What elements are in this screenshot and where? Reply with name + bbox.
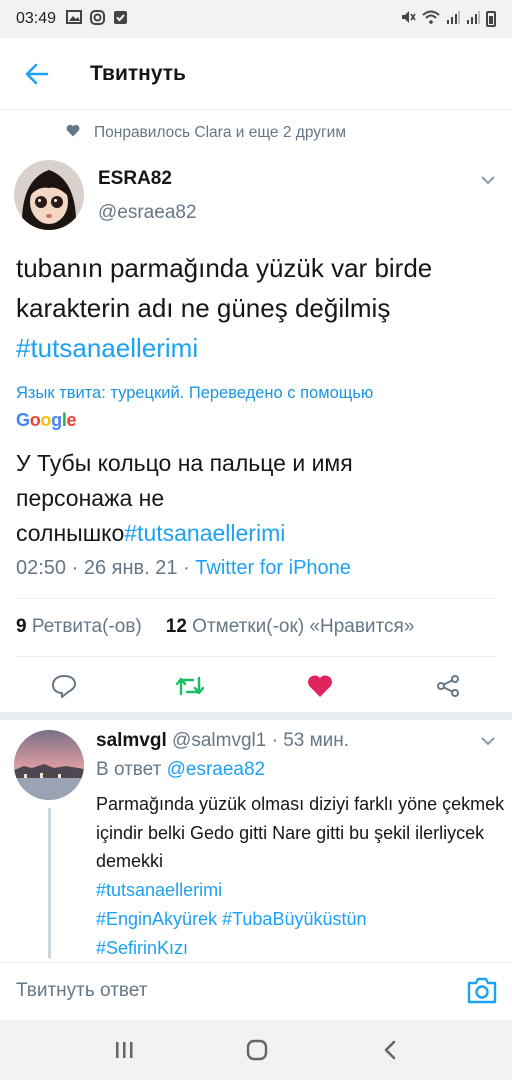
retweet-icon[interactable] [170, 666, 210, 706]
tweet-meta: 02:50 · 26 янв. 21 · Twitter for iPhone [16, 557, 351, 579]
likes-stat[interactable]: 12 Отметки(-ок) «Нравится» [166, 616, 415, 638]
tweet-stats: 9 Ретвита(-ов) 12 Отметки(-ок) «Нравится… [16, 616, 414, 638]
tweet-text: tubanın parmağında yüzük var birde karak… [16, 248, 486, 368]
hashtag-link[interactable]: #tutsanaellerimi [16, 333, 198, 363]
avatar[interactable] [14, 160, 84, 230]
tweet-body: tubanın parmağında yüzük var birde karak… [16, 253, 433, 323]
back-icon[interactable] [374, 1034, 406, 1066]
page-title: Твитнуть [90, 61, 186, 85]
reply-input[interactable]: Твитнуть ответ [16, 980, 147, 1002]
hashtag-link[interactable]: #tutsanaellerimi [96, 876, 367, 905]
battery-icon [486, 11, 496, 27]
reply-composer[interactable]: Твитнуть ответ [0, 962, 512, 1020]
tweet-time: 02:50 [16, 557, 67, 579]
reply-header: salmvgl @salmvgl1 · 53 мин. [96, 730, 350, 751]
arrow-left-icon[interactable] [12, 49, 62, 99]
status-time: 03:49 [16, 10, 57, 27]
translation-text: У Тубы кольцо на пальце и имя персонажа … [16, 446, 436, 551]
section-separator [0, 712, 512, 720]
retweets-stat[interactable]: 9 Ретвита(-ов) [16, 616, 142, 638]
divider [16, 656, 496, 657]
chevron-down-icon[interactable] [480, 172, 496, 190]
home-icon[interactable] [241, 1034, 273, 1066]
heart-filled-icon[interactable] [300, 666, 340, 706]
translation-note[interactable]: Язык твита: турецкий. Переведено с помощ… [16, 384, 496, 403]
tweet-actions [0, 666, 512, 706]
status-bar: 03:49 [0, 0, 512, 38]
wifi-icon [422, 10, 440, 28]
chevron-down-icon[interactable] [480, 733, 496, 751]
liked-by-banner[interactable]: Понравилось Clara и еще 2 другим [66, 124, 346, 142]
signal-icon [466, 10, 480, 28]
signal-icon [446, 10, 460, 28]
thread-line [48, 808, 51, 958]
camera-icon[interactable] [466, 975, 498, 1010]
checkbox-icon [113, 10, 128, 29]
tweet-source[interactable]: Twitter for iPhone [195, 557, 351, 579]
system-nav-bar [0, 1020, 512, 1080]
reply-time: 53 мин. [283, 730, 350, 751]
hashtag-link[interactable]: #tutsanaellerimi [124, 520, 285, 546]
reply-text: Parmağında yüzük olması diziyi farklı yö… [96, 794, 505, 871]
instagram-icon [90, 9, 106, 29]
reply-author-name[interactable]: salmvgl [96, 730, 167, 751]
recent-apps-icon[interactable] [108, 1034, 140, 1066]
heart-icon [66, 124, 80, 142]
reply-author-handle[interactable]: @salmvgl1 [172, 730, 266, 751]
google-logo: Google [16, 410, 77, 430]
author-name[interactable]: ESRA82 [98, 168, 172, 190]
share-icon[interactable] [428, 666, 468, 706]
divider [16, 598, 496, 599]
in-reply-to: В ответ @esraea82 [96, 759, 266, 780]
avatar[interactable] [14, 730, 84, 800]
image-icon [66, 10, 83, 28]
tweet-date: 26 янв. 21 [83, 557, 178, 579]
liked-by-text: Понравилось Clara и еще 2 другим [94, 124, 346, 141]
mute-icon [400, 10, 416, 28]
hashtag-link[interactable]: #EnginAkyürek #TubaBüyüküstün [96, 905, 367, 934]
reply-hashtags: #tutsanaellerimi #EnginAkyürek #TubaBüyü… [96, 876, 367, 958]
reply-icon[interactable] [44, 666, 84, 706]
author-handle[interactable]: @esraea82 [98, 202, 197, 224]
hashtag-link[interactable]: #SefirinKızı [96, 934, 367, 958]
app-header: Твитнуть [0, 38, 512, 110]
mention-link[interactable]: @esraea82 [167, 759, 266, 780]
